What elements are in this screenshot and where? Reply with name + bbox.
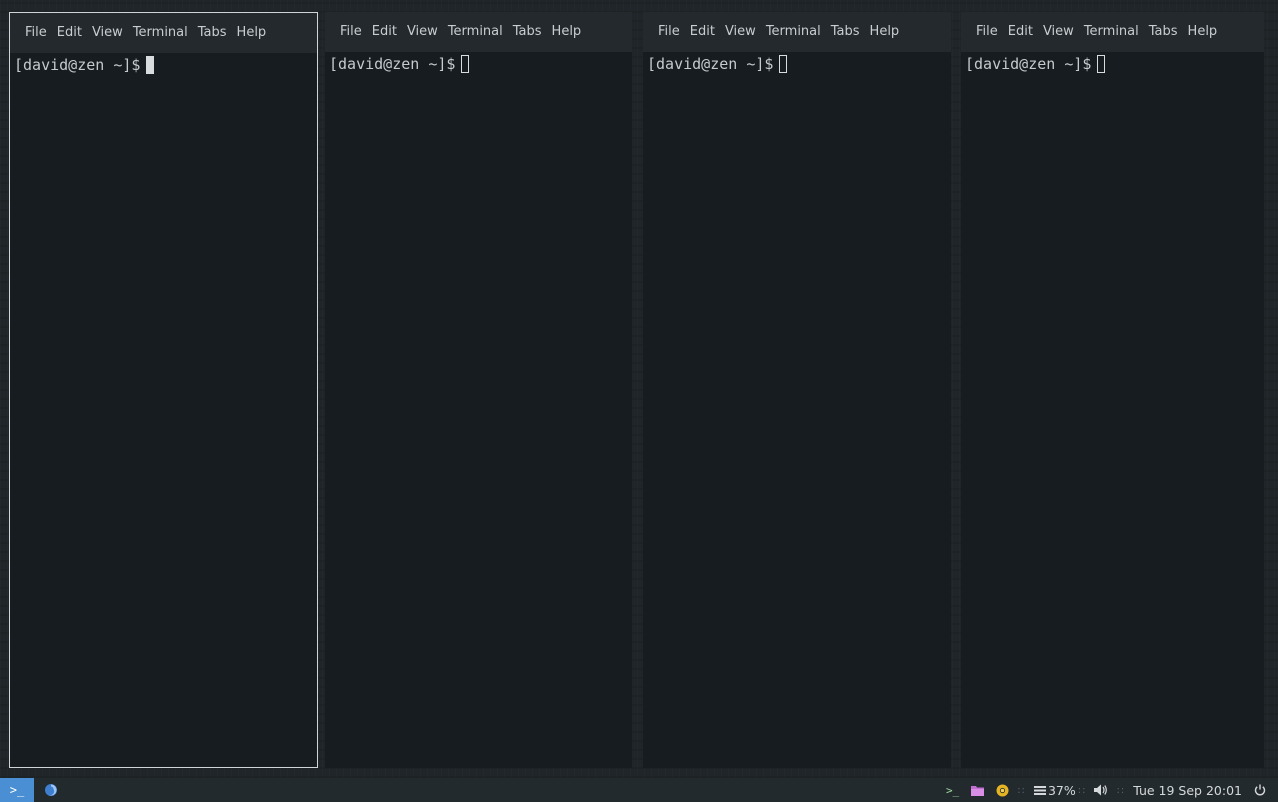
terminal-window-3[interactable]: File Edit View Terminal Tabs Help [david… (643, 12, 951, 768)
tray-separator: :: (1116, 784, 1126, 796)
text-cursor (146, 56, 155, 74)
text-cursor (779, 55, 788, 73)
menu-view[interactable]: View (402, 20, 443, 44)
menu-file[interactable]: File (335, 20, 367, 44)
chromium-icon[interactable] (990, 778, 1015, 802)
clock[interactable]: Tue 19 Sep 20:01 (1127, 783, 1248, 798)
system-tray: >_ :: 37% :::: Tue 19 Sep 20:01 (940, 778, 1278, 802)
menu-terminal[interactable]: Terminal (761, 20, 826, 44)
terminal-menubar: File Edit View Terminal Tabs Help (961, 12, 1264, 52)
terminal-screen[interactable]: [david@zen ~]$ (961, 52, 1264, 767)
terminal-screen[interactable]: [david@zen ~]$ (325, 52, 632, 767)
shell-prompt: [david@zen ~]$ (329, 55, 456, 73)
folder-icon[interactable] (965, 778, 990, 802)
menu-view[interactable]: View (720, 20, 761, 44)
desktop-background: File Edit View Terminal Tabs Help [david… (0, 0, 1278, 778)
terminal-screen[interactable]: [david@zen ~]$ (643, 52, 951, 767)
text-cursor (1097, 55, 1106, 73)
terminal-menubar: File Edit View Terminal Tabs Help (10, 13, 317, 53)
menu-edit[interactable]: Edit (52, 21, 87, 45)
tray-separator: :: (1077, 784, 1087, 796)
tray-separator: :: (1017, 784, 1026, 796)
menu-terminal[interactable]: Terminal (1079, 20, 1144, 44)
menu-view[interactable]: View (87, 21, 128, 45)
menu-terminal[interactable]: Terminal (128, 21, 193, 45)
menu-edit[interactable]: Edit (685, 20, 720, 44)
power-icon[interactable] (1248, 778, 1272, 802)
shell-prompt: [david@zen ~]$ (14, 56, 141, 74)
terminal-window-2[interactable]: File Edit View Terminal Tabs Help [david… (325, 12, 632, 768)
terminal-menubar: File Edit View Terminal Tabs Help (643, 12, 951, 52)
battery-icon[interactable] (1028, 778, 1048, 802)
prompt-line: [david@zen ~]$ (965, 52, 1260, 76)
menu-edit[interactable]: Edit (367, 20, 402, 44)
terminal-window-4[interactable]: File Edit View Terminal Tabs Help [david… (961, 12, 1264, 768)
shell-prompt: [david@zen ~]$ (647, 55, 774, 73)
taskbar: >_ >_ :: 37%:::: Tue 19 Sep 20:01 (0, 778, 1278, 802)
menu-view[interactable]: View (1038, 20, 1079, 44)
terminal-menubar: File Edit View Terminal Tabs Help (325, 12, 632, 52)
terminal-window-1[interactable]: File Edit View Terminal Tabs Help [david… (9, 12, 318, 768)
menu-tabs[interactable]: Tabs (826, 20, 865, 44)
shell-prompt: [david@zen ~]$ (965, 55, 1092, 73)
text-cursor (461, 55, 470, 73)
terminal-icon[interactable]: >_ (940, 778, 965, 802)
menu-help[interactable]: Help (547, 20, 587, 44)
menu-file[interactable]: File (653, 20, 685, 44)
battery-level: 37% (1047, 782, 1076, 798)
menu-edit[interactable]: Edit (1003, 20, 1038, 44)
prompt-line: [david@zen ~]$ (14, 53, 313, 77)
menu-file[interactable]: File (20, 21, 52, 45)
menu-tabs[interactable]: Tabs (1144, 20, 1183, 44)
start-terminal-icon[interactable]: >_ (0, 778, 34, 802)
menu-file[interactable]: File (971, 20, 1003, 44)
menu-help[interactable]: Help (865, 20, 905, 44)
volume-icon[interactable] (1088, 778, 1114, 802)
terminal-screen[interactable]: [david@zen ~]$ (10, 53, 317, 768)
menu-terminal[interactable]: Terminal (443, 20, 508, 44)
menu-tabs[interactable]: Tabs (193, 21, 232, 45)
firefox-icon[interactable] (34, 778, 68, 802)
menu-help[interactable]: Help (232, 21, 272, 45)
menu-tabs[interactable]: Tabs (508, 20, 547, 44)
tray-terminal-glyph: >_ (945, 783, 960, 797)
prompt-line: [david@zen ~]$ (329, 52, 628, 76)
menu-help[interactable]: Help (1183, 20, 1223, 44)
start-glyph: >_ (9, 783, 25, 797)
prompt-line: [david@zen ~]$ (647, 52, 947, 76)
